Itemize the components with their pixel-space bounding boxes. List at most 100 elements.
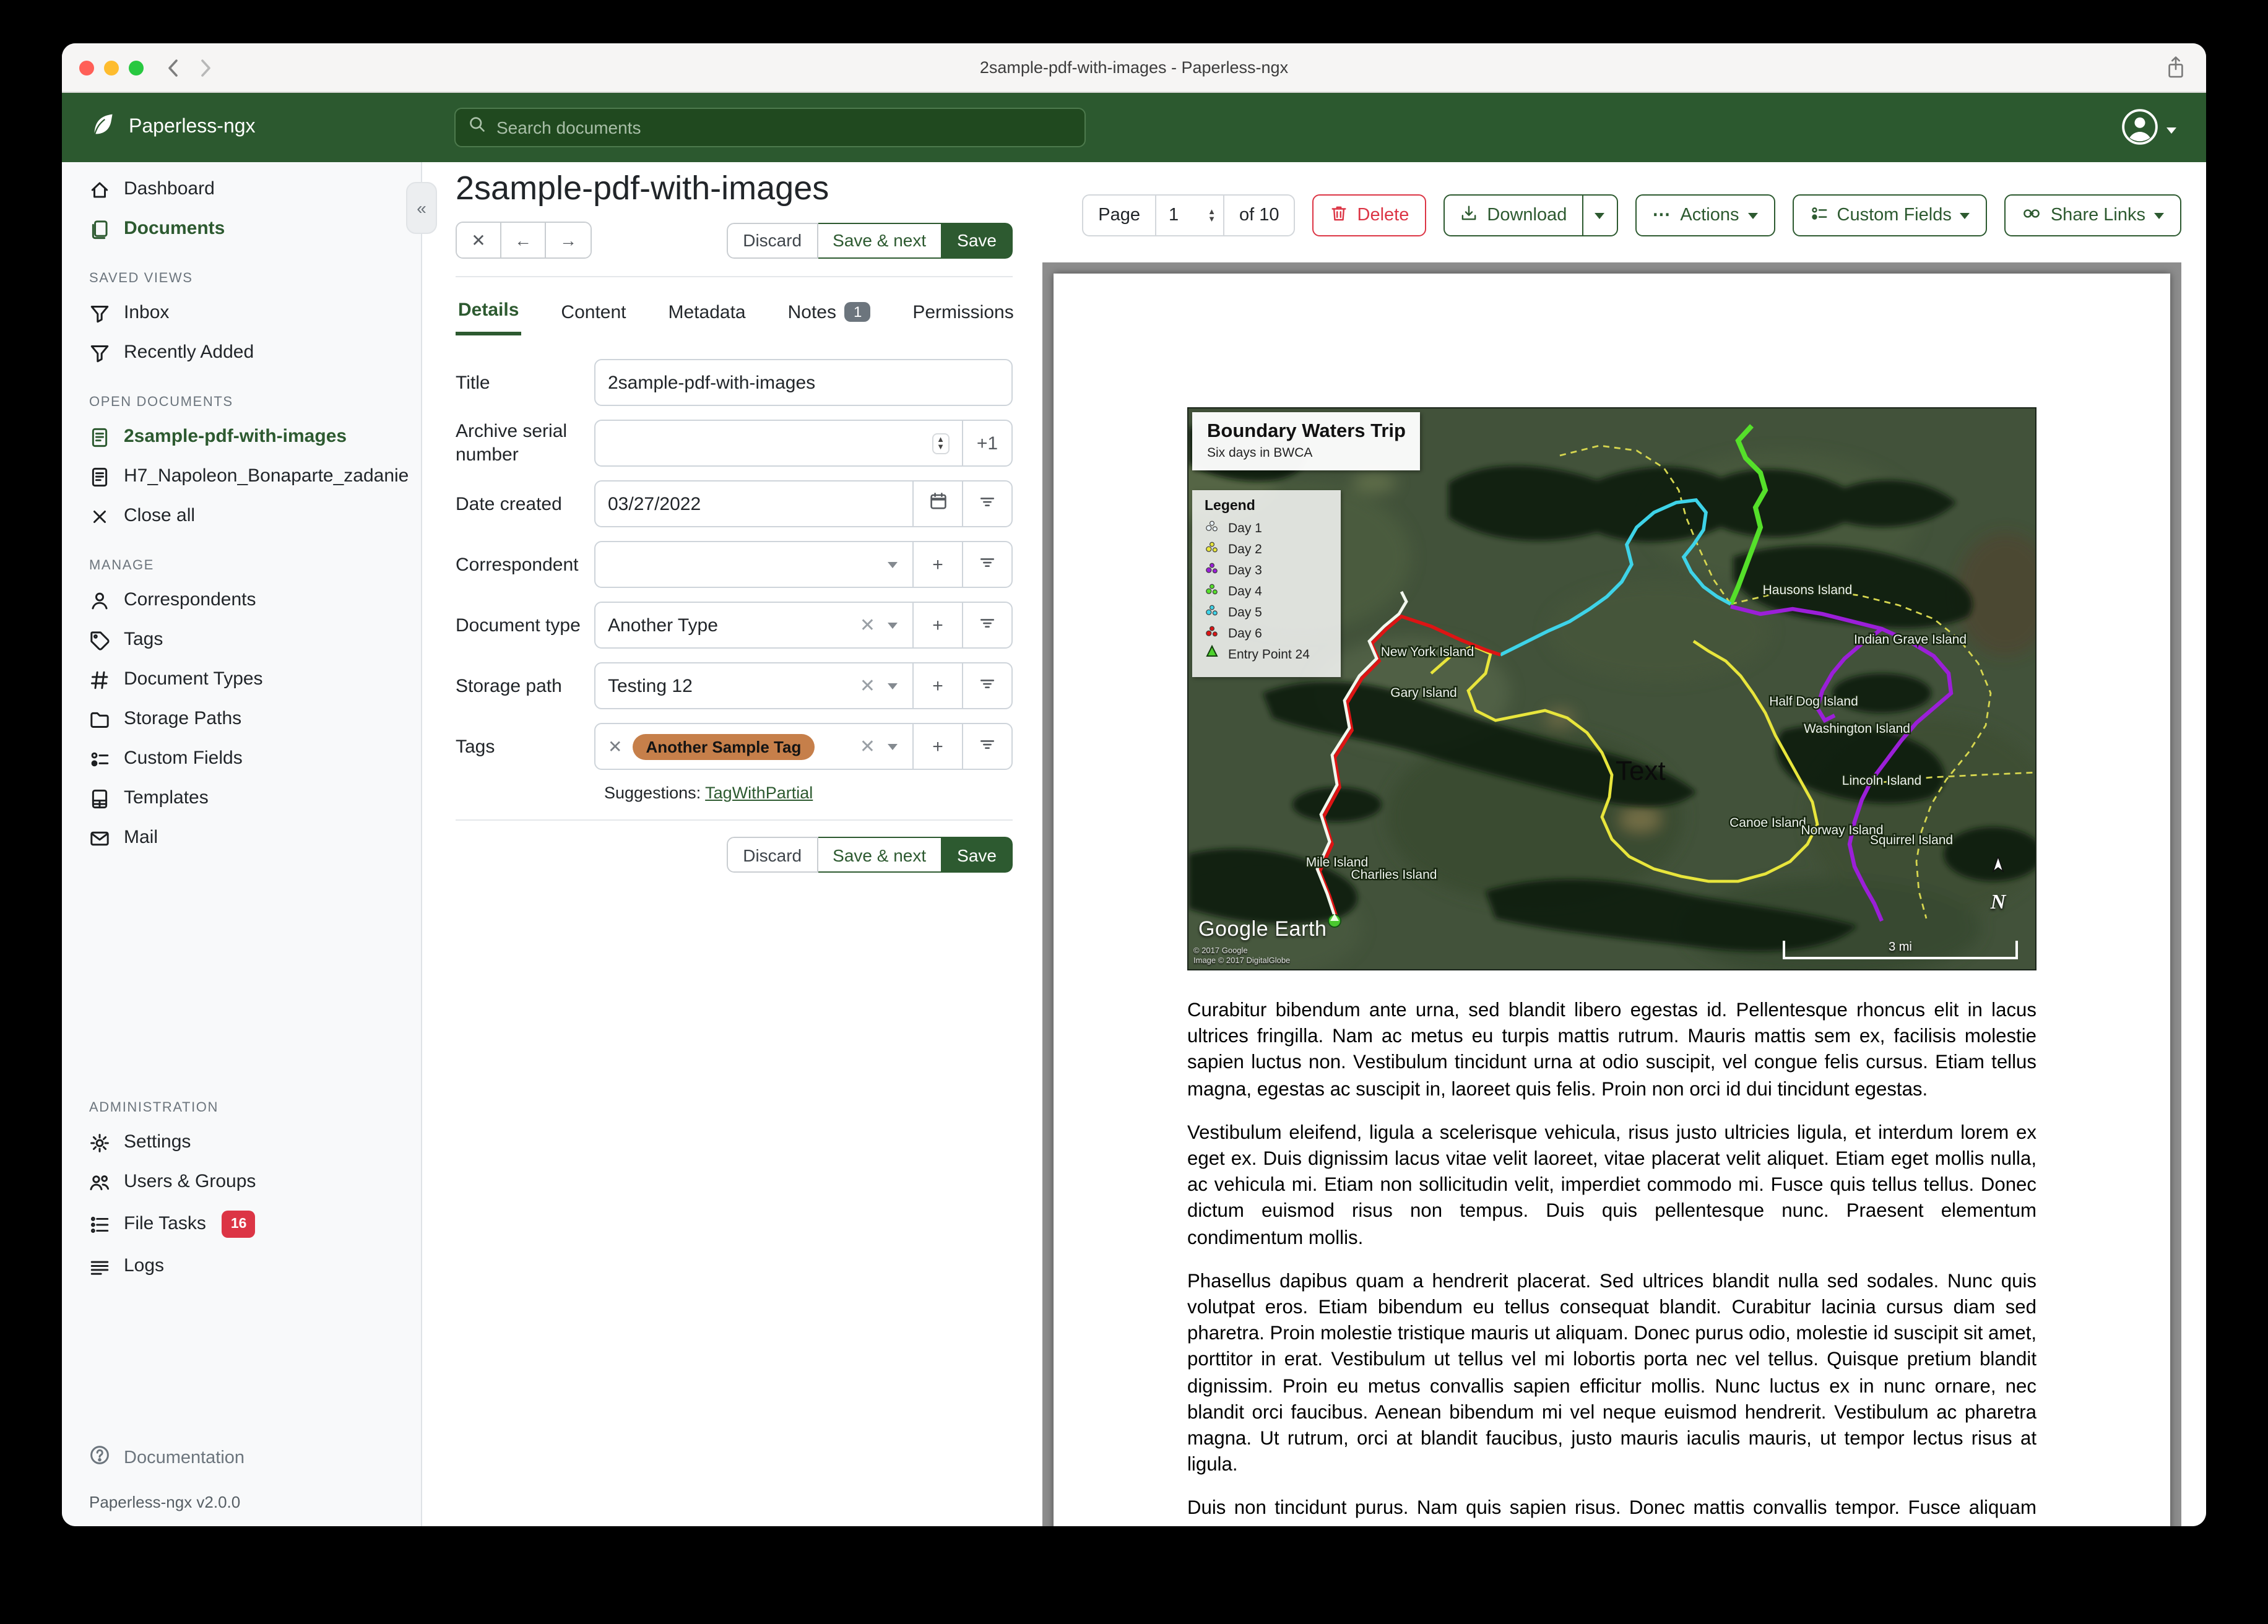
chevron-down-icon (888, 683, 898, 689)
share-links-dropdown[interactable]: Share Links (2004, 194, 2181, 236)
previous-document-button[interactable]: ← (501, 223, 546, 257)
add-correspondent-button[interactable]: + (912, 542, 962, 587)
custom-fields-icon (1810, 204, 1829, 227)
page-total: of 10 (1239, 205, 1279, 225)
download-button[interactable]: Download (1445, 196, 1582, 235)
sidebar-item-h7-napoleon-bonaparte-zadanie[interactable]: H7_Napoleon_Bonaparte_zadanie (62, 457, 421, 496)
page-number-input[interactable]: 1 ▲ ▼ (1155, 196, 1225, 235)
person-icon (89, 590, 110, 611)
asn-input[interactable] (608, 433, 922, 454)
document-type-filter-button[interactable] (962, 603, 1011, 647)
tag-icon (89, 629, 110, 650)
close-document-button[interactable]: ✕ (457, 223, 501, 257)
link-icon (2022, 204, 2042, 227)
document-title-heading: 2sample-pdf-with-images (456, 170, 829, 207)
add-storage-path-button[interactable]: + (912, 663, 962, 708)
pdf-preview-pane[interactable]: Hausons Island New York Island Gary Island… (1042, 262, 2181, 1526)
hash-icon (89, 669, 110, 690)
sidebar-item-documents[interactable]: Documents (62, 209, 421, 249)
browser-back-button[interactable] (166, 58, 180, 77)
tab-notes[interactable]: Notes 1 (786, 295, 873, 335)
storage-path-select[interactable]: Testing 12 ✕ (595, 663, 912, 708)
x-icon (89, 506, 110, 527)
add-tag-button[interactable]: + (912, 724, 962, 769)
asn-stepper[interactable]: ▲ ▼ (932, 433, 950, 454)
save-button[interactable]: Save (942, 837, 1013, 873)
share-icon[interactable] (2165, 56, 2186, 85)
sidebar-item-templates[interactable]: Templates (62, 779, 421, 818)
sidebar-item-mail[interactable]: Mail (62, 818, 421, 858)
sidebar-item-file-tasks[interactable]: File Tasks 16 (62, 1202, 421, 1246)
gear-icon (89, 1132, 110, 1153)
search-input[interactable] (496, 118, 1072, 137)
custom-fields-dropdown[interactable]: Custom Fields (1792, 194, 1988, 236)
save-next-button[interactable]: Save & next (818, 222, 943, 258)
sidebar-item-recently-added[interactable]: Recently Added (62, 333, 421, 373)
zoom-window-button[interactable] (129, 60, 144, 75)
correspondent-filter-button[interactable] (962, 542, 1011, 587)
sidebar-item-documentation[interactable]: Documentation (62, 1437, 421, 1478)
discard-button[interactable]: Discard (727, 222, 818, 258)
sidebar-item-label: Storage Paths (124, 708, 242, 729)
envelope-icon (89, 827, 110, 849)
sidebar-item-storage-paths[interactable]: Storage Paths (62, 699, 421, 739)
correspondent-select[interactable] (595, 542, 912, 587)
sidebar-item-correspondents[interactable]: Correspondents (62, 581, 421, 620)
app-brand[interactable]: Paperless-ngx (89, 111, 256, 144)
next-document-button[interactable]: → (546, 223, 591, 257)
save-next-button[interactable]: Save & next (818, 837, 943, 873)
traffic-lights (62, 60, 144, 75)
calendar-button[interactable] (912, 482, 962, 526)
storage-path-filter-button[interactable] (962, 663, 1011, 708)
sidebar-item-tags[interactable]: Tags (62, 620, 421, 660)
page-stepper[interactable]: ▲ ▼ (1208, 208, 1216, 223)
close-window-button[interactable] (79, 60, 94, 75)
actions-dropdown[interactable]: ⋯ Actions (1635, 194, 1775, 236)
tags-select[interactable]: ✕ Another Sample Tag ✕ (595, 724, 912, 769)
sidebar-item-settings[interactable]: Settings (62, 1123, 421, 1162)
map-copyright: © 2017 Google (1193, 947, 1248, 956)
tab-content[interactable]: Content (558, 295, 628, 335)
tab-metadata[interactable]: Metadata (666, 295, 748, 335)
sidebar-item-label: Correspondents (124, 589, 256, 610)
delete-button[interactable]: Delete (1312, 194, 1427, 236)
save-button[interactable]: Save (942, 222, 1013, 258)
sidebar-item-close-all[interactable]: Close all (62, 496, 421, 536)
document-type-select[interactable]: Another Type ✕ (595, 603, 912, 647)
sidebar-item-logs[interactable]: Logs (62, 1246, 421, 1286)
sidebar-item-document-types[interactable]: Document Types (62, 660, 421, 699)
date-filter-button[interactable] (962, 482, 1011, 526)
sidebar-item-users-groups[interactable]: Users & Groups (62, 1162, 421, 1202)
add-document-type-button[interactable]: + (912, 603, 962, 647)
file-text-icon (89, 466, 110, 487)
search-bar[interactable] (454, 108, 1086, 147)
remove-tag-icon[interactable]: ✕ (608, 736, 622, 757)
save-controls: Discard Save & next Save (727, 222, 1013, 258)
discard-button[interactable]: Discard (727, 837, 818, 873)
storage-path-label: Storage path (456, 675, 562, 696)
map-subtitle: Six days in BWCA (1207, 446, 1313, 460)
download-options-button[interactable] (1582, 196, 1616, 235)
tag-chip[interactable]: Another Sample Tag (632, 733, 815, 759)
suggestion-link[interactable]: TagWithPartial (705, 784, 813, 802)
tags-filter-button[interactable] (962, 724, 1011, 769)
browser-forward-button[interactable] (199, 58, 213, 77)
tab-permissions[interactable]: Permissions (910, 295, 1016, 335)
title-input[interactable] (608, 372, 999, 393)
map-island-label: Gary Island (1390, 686, 1456, 700)
date-created-input[interactable] (608, 493, 900, 514)
tab-details[interactable]: Details (456, 295, 522, 335)
sidebar-item-2sample-pdf-with-images[interactable]: 2sample-pdf-with-images (62, 417, 421, 457)
sidebar-item-inbox[interactable]: Inbox (62, 293, 421, 333)
clear-icon[interactable]: ✕ (860, 675, 875, 697)
asn-plus-one-button[interactable]: +1 (962, 421, 1011, 465)
user-menu[interactable] (2121, 108, 2176, 152)
sidebar-collapse-button[interactable]: « (406, 182, 437, 234)
sidebar-item-dashboard[interactable]: Dashboard (62, 170, 421, 209)
sidebar-heading-administration: ADMINISTRATION (89, 1100, 219, 1115)
map-island-label: Washington Island (1804, 722, 1910, 736)
clear-icon[interactable]: ✕ (860, 735, 875, 758)
clear-icon[interactable]: ✕ (860, 614, 875, 636)
sidebar-item-custom-fields[interactable]: Custom Fields (62, 739, 421, 779)
minimize-window-button[interactable] (104, 60, 119, 75)
